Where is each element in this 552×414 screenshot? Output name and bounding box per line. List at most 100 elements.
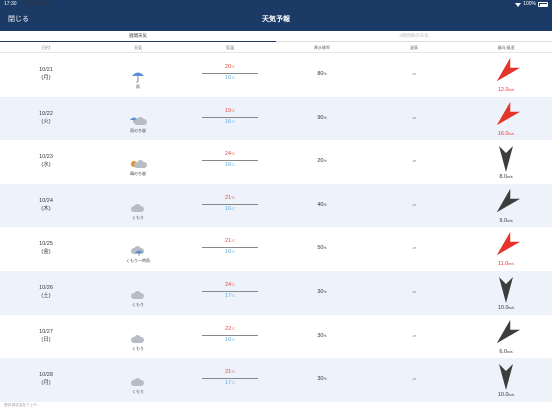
weekday-text: (水) [41, 162, 51, 169]
wind-unit: m/s [507, 218, 513, 223]
wind-speed-value: 16.0 [497, 130, 509, 137]
wind-speed-value: 12.0 [497, 87, 509, 93]
wind-speed-value: 10.0 [497, 304, 509, 311]
max-temp: 24℃ [202, 151, 258, 157]
wind-direction-arrow-icon [496, 188, 521, 212]
col-temp: 気温 [226, 45, 234, 50]
max-temp: 22℃ [202, 326, 258, 332]
row-date: 10/22 (火) [39, 110, 53, 126]
weather-label: くもり [132, 389, 144, 395]
min-temp: 16℃ [202, 162, 258, 168]
temp-unit: ℃ [231, 65, 236, 69]
date-text: 10/26 [39, 284, 53, 291]
temp-unit: ℃ [231, 282, 236, 287]
status-right: 100% [515, 0, 548, 9]
max-temp: 20℃ [202, 64, 258, 70]
col-pop: 降水確率 [314, 45, 330, 50]
wave-height: -m [411, 377, 417, 382]
max-temp: 21℃ [202, 238, 258, 244]
tab-bar: 週間天気 3時間毎の天気 [0, 31, 552, 42]
max-temp: 21℃ [202, 195, 258, 201]
wave-height: -m [411, 72, 417, 76]
rain-then-cloud-icon [130, 116, 147, 125]
wind-direction-arrow-icon [496, 101, 521, 125]
weekday-text: (日) [41, 336, 51, 343]
min-temp: 16℃ [202, 75, 258, 81]
wind-speed: 11.0m/s [498, 261, 514, 267]
wind-speed-value: 10.0 [497, 392, 509, 399]
precip-probability: 50% [317, 245, 326, 251]
wind-unit: m/s [508, 88, 515, 92]
cloud-icon [131, 290, 144, 299]
max-temp: 24℃ [202, 282, 258, 288]
wave-height: -m [411, 202, 417, 207]
temp-divider [202, 116, 258, 118]
temp-unit: ℃ [231, 119, 236, 124]
wind-unit: m/s [508, 393, 515, 398]
wifi-icon [515, 2, 522, 7]
weather-label: くもり一時雨 [126, 258, 150, 264]
temp-divider [202, 378, 258, 380]
wind-unit: m/s [507, 175, 513, 180]
temp-unit: ℃ [231, 370, 236, 375]
pop-unit: % [323, 202, 327, 207]
pop-unit: % [323, 159, 327, 164]
row-date: 10/24 (木) [39, 197, 53, 213]
temp-unit: ℃ [231, 152, 236, 157]
wind-speed: 9.0m/s [499, 218, 512, 224]
date-text: 10/21 [39, 67, 53, 73]
precip-probability: 80% [317, 71, 326, 77]
temp-unit: ℃ [231, 326, 236, 331]
weather-label: 晴のち曇 [130, 171, 146, 177]
row-date: 10/25 (金) [39, 240, 53, 256]
temp-unit: ℃ [231, 293, 236, 298]
temperature-cell: 22℃ 16℃ [202, 326, 258, 348]
temperature-cell: 19℃ 16℃ [202, 108, 258, 130]
wind-speed: 8.0m/s [499, 174, 512, 180]
status-time: 17:30 [4, 1, 17, 7]
wind-direction-arrow-icon [496, 57, 521, 82]
temp-divider [202, 73, 258, 74]
min-temp: 16℃ [202, 249, 258, 255]
date-text: 10/24 [39, 197, 53, 204]
row-date: 10/23 (水) [39, 153, 53, 169]
weather-label: 雨 [136, 84, 140, 89]
cloud-rain-icon [131, 246, 144, 257]
temp-unit: ℃ [231, 250, 236, 255]
tab-3hourly[interactable]: 3時間毎の天気 [276, 31, 552, 42]
status-date: 10月21日(月) [20, 1, 53, 7]
temp-unit: ℃ [231, 195, 236, 200]
tab-weekly[interactable]: 週間天気 [0, 31, 276, 42]
precip-probability: 30% [317, 289, 326, 295]
date-text: 10/28 [39, 372, 53, 379]
status-bar: 17:30 10月21日(月) 100% [0, 0, 552, 9]
col-wave: 波高 [410, 45, 418, 50]
weekday-text: (月) [41, 75, 51, 81]
table-row: 10/22 (火) 雨のち曇 19℃ 16℃ 90% -m 16.0m/s [0, 96, 552, 141]
row-date: 10/26 (土) [39, 284, 53, 300]
wind-speed-value: 6.0 [499, 348, 508, 355]
row-date: 10/21 (月) [39, 66, 53, 82]
sun-then-cloud-icon [131, 160, 147, 169]
wind-speed-value: 8.0 [499, 174, 508, 181]
table-row: 10/26 (土) くもり 24℃ 17℃ 30% -m 10.0m/s [0, 270, 552, 315]
cloud-icon [131, 334, 144, 343]
precip-probability: 30% [317, 376, 326, 382]
date-text: 10/23 [39, 154, 53, 161]
wave-height: -m [411, 333, 417, 338]
min-temp: 16℃ [202, 206, 258, 212]
temp-divider [202, 247, 258, 249]
pop-unit: % [323, 377, 327, 382]
temp-unit: ℃ [231, 163, 236, 168]
provider-credit: 提供:株式会社ウェザ... [4, 403, 40, 407]
temp-divider [202, 290, 258, 292]
pop-unit: % [323, 246, 327, 251]
temperature-cell: 21℃ 16℃ [202, 195, 258, 217]
weekday-text: (木) [41, 205, 51, 212]
weekday-text: (金) [41, 249, 51, 256]
temp-unit: ℃ [231, 337, 236, 342]
temp-unit: ℃ [231, 108, 236, 113]
date-text: 10/22 [39, 110, 53, 117]
wind-speed: 16.0m/s [498, 131, 514, 137]
forecast-table: 10/21 (月) 雨 20℃ 16℃ 80% -m 12.0m/s 10/22… [0, 53, 552, 402]
